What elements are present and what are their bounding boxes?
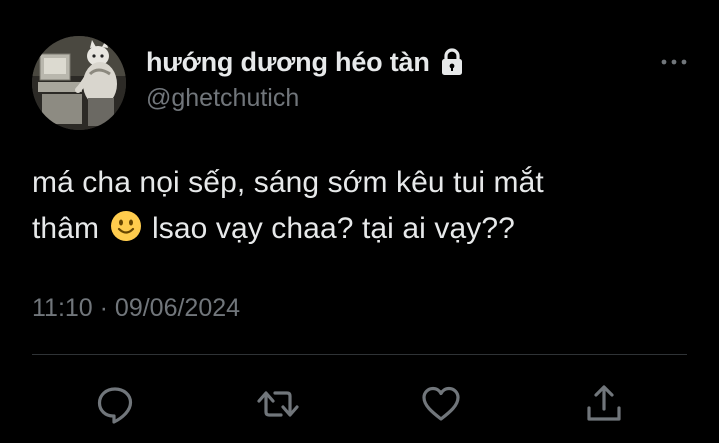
slightly-smiling-face-emoji (110, 210, 142, 242)
tweet-text: má cha nọi sếp, sáng sớm kêu tui mắt thâ… (32, 160, 692, 252)
tweet-text-line1: má cha nọi sếp, sáng sớm kêu tui mắt (32, 166, 544, 199)
display-name[interactable]: hướng dương héo tàn (146, 47, 430, 78)
share-button[interactable] (582, 382, 626, 426)
avatar-image (32, 36, 126, 130)
more-horizontal-icon[interactable] (659, 52, 689, 72)
retweet-icon (257, 391, 299, 417)
tweet-text-line2-start: thâm (32, 212, 100, 245)
user-handle[interactable]: @ghetchutich (146, 84, 464, 113)
retweet-button[interactable] (256, 382, 300, 426)
avatar[interactable] (32, 36, 126, 130)
reply-button[interactable] (93, 382, 137, 426)
name-row: hướng dương héo tàn (146, 44, 464, 80)
like-button[interactable] (419, 382, 463, 426)
heart-icon (422, 386, 460, 421)
tweet-timestamp[interactable]: 11:10 · 09/06/2024 (32, 294, 240, 323)
divider (32, 354, 687, 355)
share-icon (587, 385, 621, 421)
tweet-text-line2-end: lsao vạy chaa? tại ai vạy?? (151, 212, 515, 245)
user-info: hướng dương héo tàn @ghetchutich (146, 44, 464, 113)
reply-icon (97, 387, 133, 424)
lock-icon (440, 48, 464, 76)
tweet-card: hướng dương héo tàn @ghetchutich má cha … (0, 0, 719, 443)
